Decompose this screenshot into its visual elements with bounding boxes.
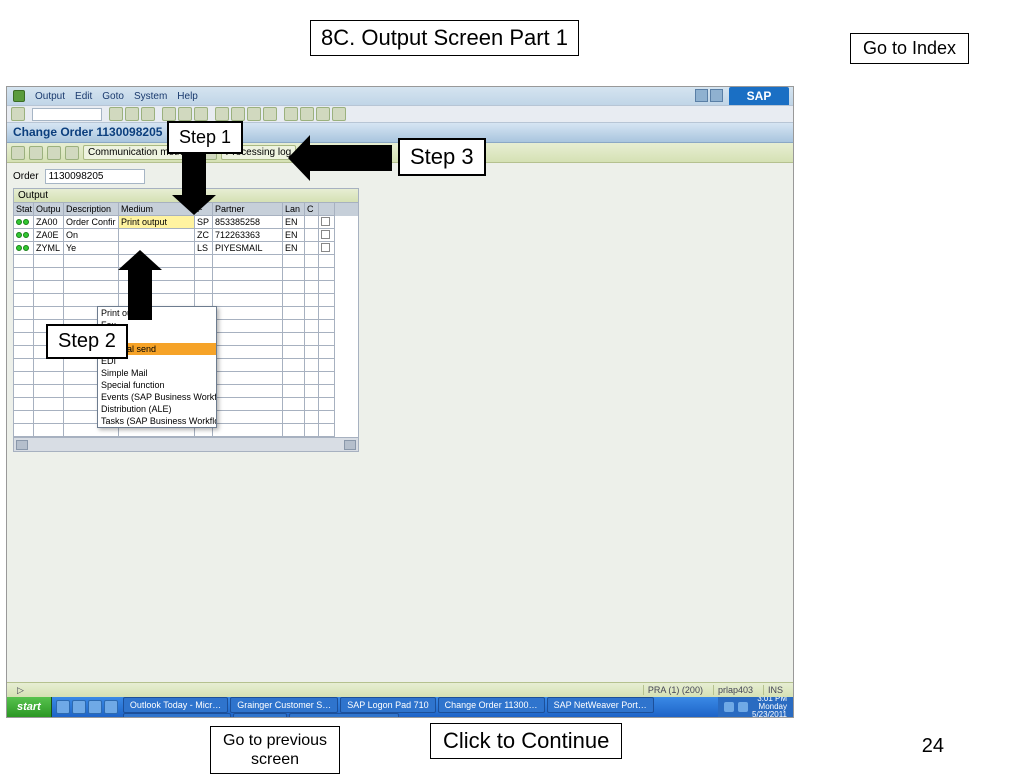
back-icon[interactable] — [109, 107, 123, 121]
tray-date: 5/23/2011 — [752, 711, 787, 717]
table-row[interactable]: ZA00Order ConfirPrint outputSP853385258E… — [14, 216, 358, 229]
prev-page-icon[interactable] — [231, 107, 245, 121]
taskbar-item[interactable]: SAP NetWeaver Port… — [547, 697, 654, 713]
sap-menu-bar: Output Edit Goto System Help — [7, 87, 793, 105]
dropdown-option[interactable]: Simple Mail — [98, 367, 216, 379]
ql-icon[interactable] — [56, 700, 70, 714]
toolbar-icon[interactable] — [65, 146, 79, 160]
find-icon[interactable] — [178, 107, 192, 121]
print-icon[interactable] — [162, 107, 176, 121]
toolbar-icon[interactable] — [11, 146, 25, 160]
step2-arrowhead — [118, 250, 162, 270]
col-partner: Partner — [213, 203, 283, 216]
dropdown-option[interactable]: Special function — [98, 379, 216, 391]
status-server: prlap403 — [713, 685, 757, 695]
taskbar-item[interactable]: Advanced SAP Traini… — [123, 713, 231, 717]
menu-goto[interactable]: Goto — [102, 91, 124, 102]
layout-icon[interactable] — [332, 107, 346, 121]
status-system: PRA (1) (200) — [643, 685, 707, 695]
help-icon[interactable] — [316, 107, 330, 121]
minimize-icon[interactable] — [695, 89, 708, 102]
table-row-empty[interactable] — [14, 255, 358, 268]
horizontal-scrollbar[interactable] — [14, 437, 358, 451]
dropdown-option[interactable]: Print output — [98, 307, 216, 319]
taskbar-item[interactable]: Tins Work — [233, 713, 287, 717]
dropdown-option[interactable]: Tasks (SAP Business Workflow) — [98, 415, 216, 427]
table-row-empty[interactable] — [14, 268, 358, 281]
step3-arrow — [310, 145, 392, 171]
next-page-icon[interactable] — [247, 107, 261, 121]
col-language: Lan — [283, 203, 305, 216]
create-session-icon[interactable] — [284, 107, 298, 121]
step1-arrowhead — [172, 195, 216, 215]
scroll-left-icon[interactable] — [16, 440, 28, 450]
first-page-icon[interactable] — [215, 107, 229, 121]
sap-logo: SAP — [729, 87, 789, 105]
tray-icon[interactable] — [738, 702, 748, 712]
windows-taskbar: start Outlook Today - Micr…Grainger Cust… — [7, 697, 793, 717]
command-field[interactable] — [32, 108, 102, 121]
toolbar-icon[interactable] — [29, 146, 43, 160]
menu-output[interactable]: Output — [35, 91, 65, 102]
sap-screenshot: Output Edit Goto System Help SAP Change … — [6, 86, 794, 718]
taskbar-item[interactable]: Change Order 11300… — [438, 697, 545, 713]
toolbar-icon[interactable] — [47, 146, 61, 160]
shortcut-icon[interactable] — [300, 107, 314, 121]
page-number: 24 — [922, 735, 944, 758]
step2-callout: Step 2 — [46, 324, 128, 359]
ql-icon[interactable] — [88, 700, 102, 714]
exit-icon[interactable] — [125, 107, 139, 121]
step3-callout: Step 3 — [398, 138, 486, 176]
ql-icon[interactable] — [72, 700, 86, 714]
col-check — [319, 203, 335, 216]
go-to-index-button[interactable]: Go to Index — [850, 33, 969, 64]
taskbar-item[interactable]: Outlook Today - Micr… — [123, 697, 228, 713]
find-next-icon[interactable] — [194, 107, 208, 121]
sap-standard-toolbar — [7, 105, 793, 123]
click-to-continue-button[interactable]: Click to Continue — [430, 723, 622, 759]
last-page-icon[interactable] — [263, 107, 277, 121]
col-output: Outpu — [34, 203, 64, 216]
dropdown-option[interactable]: Events (SAP Business Workflow) — [98, 391, 216, 403]
sap-icon — [13, 90, 25, 102]
col-description: Description — [64, 203, 119, 216]
table-row[interactable]: ZYMLYeLSPIYESMAILEN — [14, 242, 358, 255]
table-row[interactable]: ZA0EOnZC712263363EN — [14, 229, 358, 242]
order-field[interactable]: 1130098205 — [45, 169, 145, 184]
save-icon[interactable] — [11, 107, 25, 121]
step1-arrow — [182, 147, 206, 195]
col-status: Stat — [14, 203, 34, 216]
col-c: C — [305, 203, 319, 216]
slide-title: 8C. Output Screen Part 1 — [310, 20, 579, 56]
order-label: Order — [13, 171, 39, 182]
scroll-right-icon[interactable] — [344, 440, 356, 450]
taskbar-item[interactable]: Microsoft PowerPoint … — [289, 713, 399, 717]
go-to-previous-button[interactable]: Go to previous screen — [210, 726, 340, 774]
window-controls — [695, 89, 723, 102]
tray-icon[interactable] — [724, 702, 734, 712]
table-row-empty[interactable] — [14, 281, 358, 294]
maximize-icon[interactable] — [710, 89, 723, 102]
step3-arrowhead — [288, 135, 310, 181]
sap-statusbar: ▷ PRA (1) (200) prlap403 INS — [7, 682, 793, 697]
ql-icon[interactable] — [104, 700, 118, 714]
step1-callout: Step 1 — [167, 121, 243, 154]
status-ins: INS — [763, 685, 787, 695]
cancel-icon[interactable] — [141, 107, 155, 121]
step2-arrow — [128, 270, 152, 320]
start-button[interactable]: start — [7, 697, 52, 717]
taskbar-item[interactable]: Grainger Customer S… — [230, 697, 338, 713]
system-tray[interactable]: 3:01 PM Monday 5/23/2011 — [718, 697, 793, 717]
dropdown-option[interactable]: Distribution (ALE) — [98, 403, 216, 415]
taskbar-item[interactable]: SAP Logon Pad 710 — [340, 697, 435, 713]
menu-edit[interactable]: Edit — [75, 91, 92, 102]
menu-system[interactable]: System — [134, 91, 167, 102]
quick-launch — [52, 700, 122, 714]
menu-help[interactable]: Help — [177, 91, 198, 102]
